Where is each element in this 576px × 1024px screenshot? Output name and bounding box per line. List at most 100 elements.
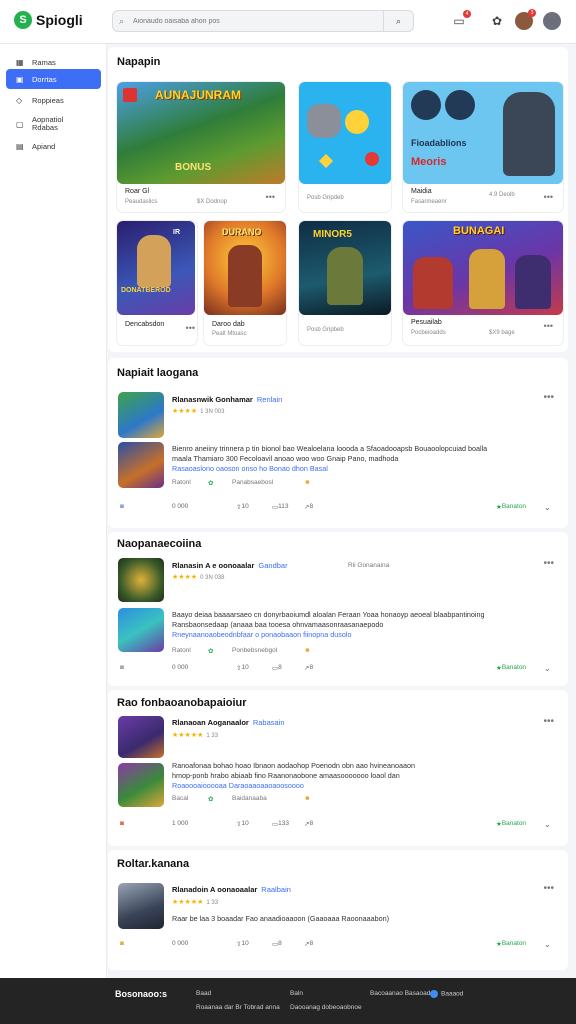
footer-link[interactable]: Daooanag dobeoaobnoe <box>290 1004 362 1011</box>
footer-link[interactable]: Baad <box>196 990 211 997</box>
like-button[interactable]: ⇧ 10 <box>236 820 249 828</box>
comment-button[interactable]: ▭ 113 <box>272 503 289 511</box>
soldier-art <box>327 247 363 305</box>
post-meta: Bacal <box>172 795 189 802</box>
post-avatar-image[interactable] <box>118 716 164 758</box>
share-button[interactable]: ↗ 8 <box>304 503 313 511</box>
post-title[interactable]: Rlanasin A e oonoaalar Gandbar <box>172 561 288 570</box>
shield-icon: ◙ <box>120 664 124 671</box>
hero-art <box>137 235 171 287</box>
logo-icon: S <box>14 11 32 29</box>
comment-button[interactable]: ▭ 8 <box>272 664 282 672</box>
post-link[interactable]: Rasaoaslono oaoson onso ho Bonao dhon Ba… <box>172 464 572 474</box>
like-button[interactable]: ⇧ 10 <box>236 503 249 511</box>
post-avatar-image[interactable] <box>118 883 164 929</box>
section-title: Roltar.kanana <box>117 858 190 870</box>
thumbnail-art-text: AUNAJUNRAM <box>155 88 241 102</box>
more-options-icon[interactable]: ••• <box>544 192 553 202</box>
app-logo[interactable]: S Spiogli <box>14 11 83 29</box>
sidebar-item-dorrtas[interactable]: ▣ Dorrtas <box>6 69 101 89</box>
sidebar-item-roppieas[interactable]: ◇ Roppieas <box>6 90 101 110</box>
more-options-icon[interactable]: ••• <box>186 323 195 333</box>
comment-count: 113 <box>278 503 289 510</box>
share-count: 8 <box>309 503 314 510</box>
game-thumbnail: Fioadablions Meoris <box>403 82 563 184</box>
check-icon <box>430 990 438 998</box>
rating-stars: ★★★★★ 1 33 <box>172 731 218 739</box>
chevron-down-icon[interactable]: ⌄ <box>544 940 551 949</box>
footer-link[interactable]: Roaanaa dar Br Tobrad anna <box>196 1004 280 1011</box>
game-tile[interactable]: Posb Gripdeb <box>299 82 391 212</box>
rating-value: 0 000 <box>172 940 189 947</box>
post-title[interactable]: Rlanasnwik Gonhamar Renlain <box>172 395 282 404</box>
post-tag[interactable]: Raalbain <box>261 885 291 894</box>
footer-link[interactable]: Bacoaanao Basaoado <box>370 990 434 997</box>
chevron-down-icon[interactable]: ⌄ <box>544 503 551 512</box>
notifications-icon[interactable]: ▭ 4 <box>451 10 471 29</box>
game-tile[interactable]: BUNAGAI Pesuailab Pocbeioadds $X9 bage •… <box>403 221 563 345</box>
more-options-icon[interactable]: ••• <box>543 392 554 403</box>
tile-meta-secondary: $X Dodnop <box>197 199 228 205</box>
more-options-icon[interactable]: ••• <box>266 192 275 202</box>
user-avatar[interactable]: 3 <box>515 9 536 30</box>
game-tile[interactable]: Fioadablions Meoris Maidia Fasarmeaenr 4… <box>403 82 563 212</box>
footer-link[interactable]: Baln <box>290 990 303 997</box>
share-button[interactable]: ↗ 8 <box>304 664 313 672</box>
post-image[interactable] <box>118 608 164 652</box>
settings-icon[interactable]: ✿ <box>489 13 505 29</box>
search-button[interactable]: ⌕ <box>383 11 413 31</box>
warrior-art <box>228 245 262 307</box>
post-tag[interactable]: Rabasain <box>253 718 285 727</box>
more-options-icon[interactable]: ••• <box>544 321 553 331</box>
thumbnail-art-text: DURANO <box>222 227 262 237</box>
rating-value: 1 000 <box>172 820 189 827</box>
tile-meta: Pealt Mtoasc <box>212 331 247 337</box>
post-body-line: maala Thamiaro 300 Fecoloavil anoao woo … <box>172 454 399 463</box>
post-avatar-image[interactable] <box>118 558 164 602</box>
sidebar-item-label: Ramas <box>32 57 56 67</box>
post-tag[interactable]: Gandbar <box>258 561 287 570</box>
like-count: 10 <box>241 940 249 947</box>
game-tile[interactable]: IR DONATBEROD Dencabsdon ••• <box>117 221 197 345</box>
tag-icon: ◇ <box>16 95 23 105</box>
game-thumbnail: IR DONATBEROD <box>117 221 195 315</box>
chevron-down-icon[interactable]: ⌄ <box>544 664 551 673</box>
sidebar-item-apiand[interactable]: ▤ Apiand <box>6 136 101 156</box>
section-title: Naopanaecoiina <box>117 538 202 550</box>
doc-icon: ▤ <box>16 141 24 151</box>
post-tag[interactable]: Renlain <box>257 395 282 404</box>
footer-verified-link[interactable]: Baaaod <box>430 990 463 998</box>
game-tile[interactable]: AUNAJUNRAM BONUS Roar Gl Peaudaslics $X … <box>117 82 285 212</box>
search-input[interactable] <box>133 17 373 25</box>
follow-button[interactable]: ★ Banaton <box>496 940 526 948</box>
chevron-down-icon[interactable]: ⌄ <box>544 820 551 829</box>
like-button[interactable]: ⇧ 10 <box>236 940 249 948</box>
post-link[interactable]: Rneynaanoaobeodnbfaar o ponaobaaon fiino… <box>172 630 572 640</box>
follow-button[interactable]: ★ Banaton <box>496 820 526 828</box>
more-options-icon[interactable]: ••• <box>543 716 554 727</box>
share-button[interactable]: ↗ 8 <box>304 940 313 948</box>
tile-meta: Posb Gripdeb <box>307 195 344 201</box>
tile-meta-secondary: 4.9 Deolb <box>489 192 515 198</box>
profile-avatar[interactable] <box>543 12 561 30</box>
comment-button[interactable]: ▭ 133 <box>272 820 289 828</box>
share-button[interactable]: ↗ 8 <box>304 820 313 828</box>
follow-button[interactable]: ★ Banaton <box>496 503 526 511</box>
shield-icon: ◙ <box>120 503 124 510</box>
more-options-icon[interactable]: ••• <box>543 883 554 894</box>
more-options-icon[interactable]: ••• <box>543 558 554 569</box>
post-image[interactable] <box>118 442 164 488</box>
game-tile[interactable]: MINOR5 Posb Gripbeb <box>299 221 391 345</box>
post-link[interactable]: Roaoooaiooooaa Daraoaaoaaoaoosoooo <box>172 781 572 791</box>
follow-button[interactable]: ★ Banaton <box>496 664 526 672</box>
rating-value: 0 000 <box>172 503 189 510</box>
comment-button[interactable]: ▭ 8 <box>272 940 282 948</box>
post-title[interactable]: Rlanadoin A oonaoaalar Raalbain <box>172 885 291 894</box>
sidebar-item-aopnatiol[interactable]: ▢ Aopnatiol Rdabas <box>6 113 101 135</box>
post-avatar-image[interactable] <box>118 392 164 438</box>
like-button[interactable]: ⇧ 10 <box>236 664 249 672</box>
post-title[interactable]: Rlanaoan Aoganaalor Rabasain <box>172 718 285 727</box>
rating-value: 0 000 <box>172 664 189 671</box>
post-image[interactable] <box>118 763 164 807</box>
game-tile[interactable]: DURANO Daroo dab Pealt Mtoasc <box>204 221 286 345</box>
